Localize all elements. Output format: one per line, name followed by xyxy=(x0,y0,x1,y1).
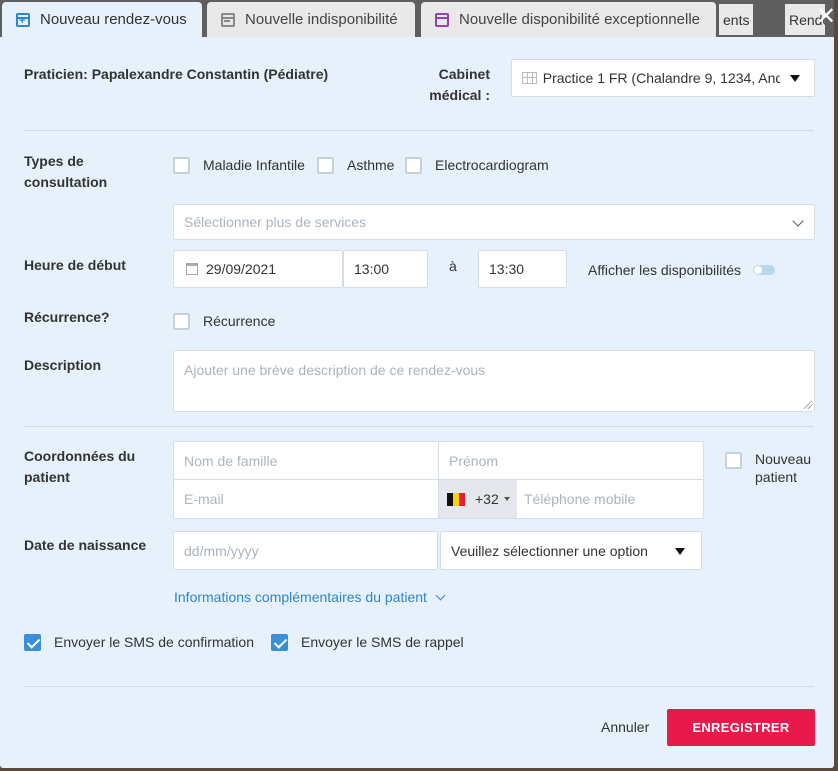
tab-bar: + Nouveau rendez-vous Nouvelle indisponi… xyxy=(0,0,834,37)
checkbox-asthme[interactable] xyxy=(317,157,334,174)
tab-hidden-1[interactable]: ents xyxy=(719,4,754,35)
more-patient-info-link[interactable]: Informations complémentaires du patient xyxy=(174,589,446,605)
belgium-flag-icon xyxy=(447,492,465,506)
checkbox-new-patient[interactable] xyxy=(725,452,742,469)
cabinet-label: Cabinet médical : xyxy=(429,66,490,103)
chevron-down-icon xyxy=(435,590,446,601)
resize-handle-icon xyxy=(804,401,812,409)
country-code-selector[interactable]: +32 xyxy=(439,480,517,518)
sms-confirmation-label: Envoyer le SMS de confirmation xyxy=(54,634,254,650)
checkbox-recurrence[interactable] xyxy=(173,313,190,330)
patient-details-label: Coordonnées du patient xyxy=(24,448,136,485)
availability-toggle[interactable] xyxy=(753,265,775,275)
tab-new-unavailability[interactable]: Nouvelle indisponibilité xyxy=(207,2,415,37)
time-separator: à xyxy=(449,258,457,274)
calendar-icon xyxy=(435,12,449,27)
recurrence-checkbox-label: Récurrence xyxy=(203,313,276,329)
sms-reminder-label: Envoyer le SMS de rappel xyxy=(301,634,464,650)
checkbox-sms-confirmation[interactable] xyxy=(24,634,41,651)
gender-select[interactable]: Veuillez sélectionner une option xyxy=(440,531,702,570)
caret-down-icon xyxy=(790,75,800,82)
birth-date-input[interactable]: dd/mm/yyyy xyxy=(173,531,438,570)
start-date-input[interactable]: 29/09/2021 xyxy=(173,250,343,288)
birth-date-label: Date de naissance xyxy=(24,537,147,553)
recurrence-label: Récurrence? xyxy=(24,309,110,325)
new-appointment-modal: + Nouveau rendez-vous Nouvelle indisponi… xyxy=(0,0,834,768)
checkbox-sms-reminder[interactable] xyxy=(271,634,288,651)
divider xyxy=(24,426,814,427)
more-services-select[interactable]: Sélectionner plus de services xyxy=(173,204,815,240)
calendar-icon xyxy=(186,263,198,275)
tab-new-appointment[interactable]: + Nouveau rendez-vous xyxy=(2,2,202,37)
chevron-down-icon xyxy=(792,215,804,227)
option-label: Maladie Infantile xyxy=(203,157,305,173)
practitioner-label: Praticien: Papalexandre Constantin (Pédi… xyxy=(24,66,329,82)
save-button[interactable]: ENREGISTRER xyxy=(667,709,815,746)
caret-down-icon xyxy=(503,497,510,501)
checkbox-electrocardiogram[interactable] xyxy=(405,157,422,174)
last-name-input[interactable]: Nom de famille xyxy=(173,441,439,480)
tab-new-exceptional-availability[interactable]: Nouvelle disponibilité exceptionnelle xyxy=(421,2,716,37)
option-label: Asthme xyxy=(347,157,395,173)
option-label: Electrocardiogram xyxy=(435,157,549,173)
caret-down-icon xyxy=(675,548,685,555)
availability-label: Afficher les disponibilités xyxy=(588,262,742,278)
calendar-plus-icon: + xyxy=(16,12,30,27)
email-input[interactable]: E-mail xyxy=(173,479,439,519)
first-name-input[interactable]: Prénom xyxy=(438,441,704,480)
description-textarea[interactable]: Ajouter une brève description de ce rend… xyxy=(173,350,815,412)
phone-input[interactable]: +32 Téléphone mobile xyxy=(438,479,704,519)
divider xyxy=(24,130,814,131)
cabinet-select[interactable]: Practice 1 FR (Chalandre 9, 1234, Andon) xyxy=(511,59,815,97)
divider xyxy=(24,686,814,687)
calendar-minus-icon xyxy=(221,12,235,27)
start-time-label: Heure de début xyxy=(24,257,126,273)
checkbox-maladie-infantile[interactable] xyxy=(173,157,190,174)
new-patient-label: Nouveau patient xyxy=(755,451,812,485)
grid-icon xyxy=(522,72,537,84)
end-time-input[interactable]: 13:30 xyxy=(478,250,567,288)
close-icon[interactable]: ✕ xyxy=(814,5,834,30)
cancel-button[interactable]: Annuler xyxy=(601,717,649,737)
consultation-types-label: Types de consultation xyxy=(24,153,108,190)
description-label: Description xyxy=(24,357,102,373)
start-time-input[interactable]: 13:00 xyxy=(343,250,428,288)
